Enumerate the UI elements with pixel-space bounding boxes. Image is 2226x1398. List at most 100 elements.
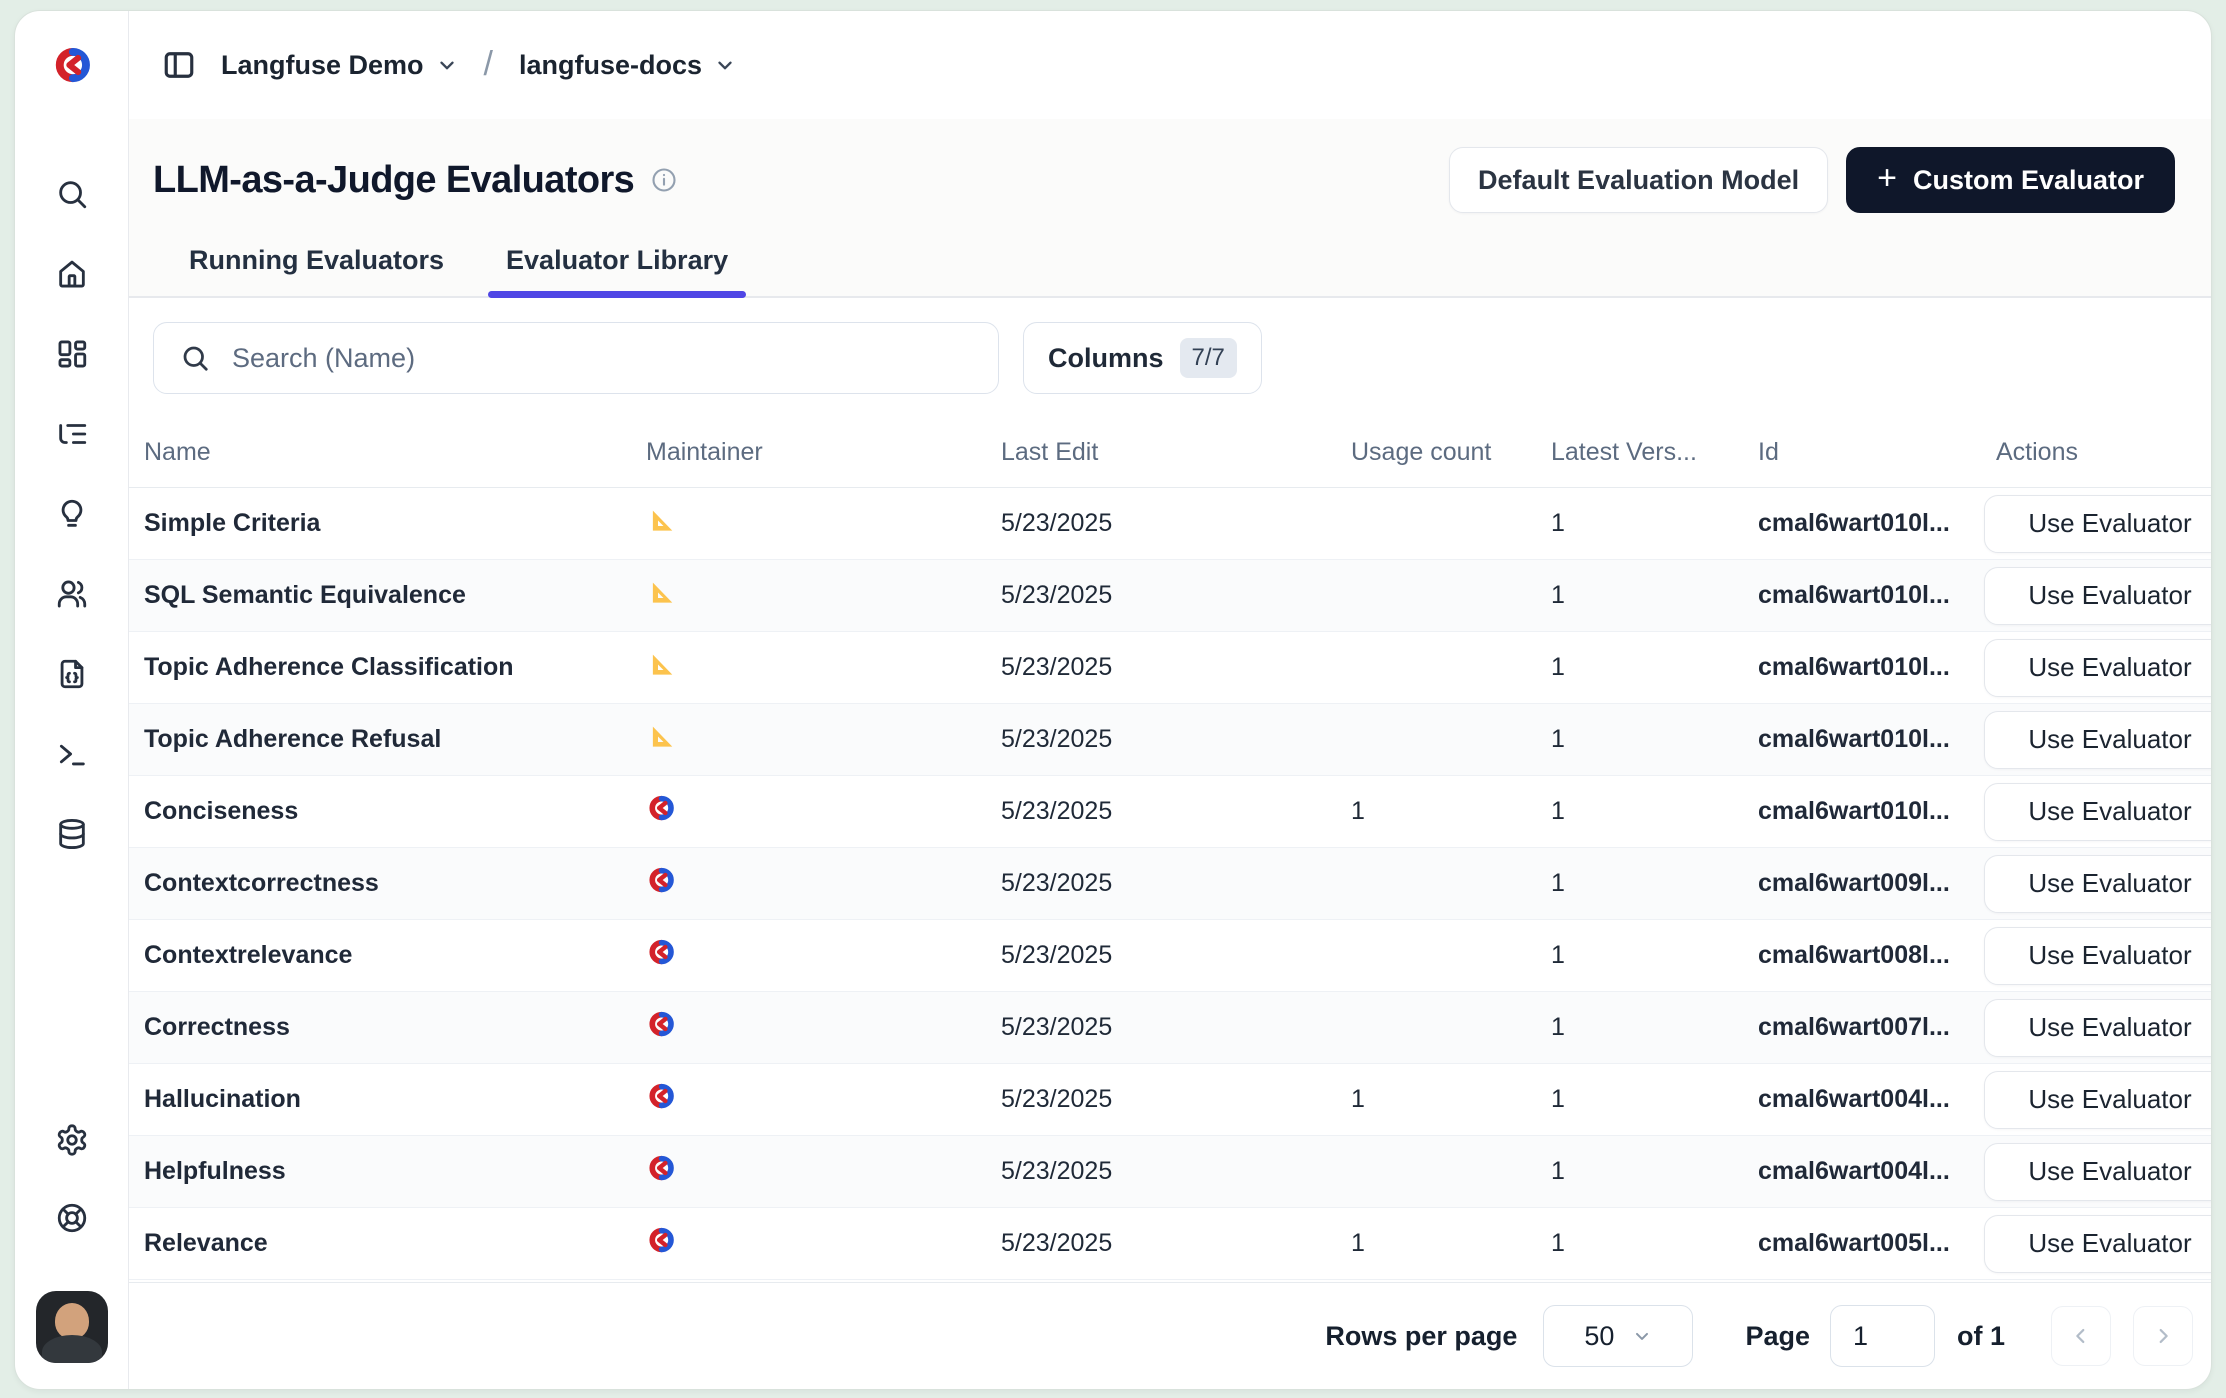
columns-button[interactable]: Columns 7/7 — [1023, 322, 1262, 394]
sidebar-item-playground[interactable] — [48, 651, 96, 699]
pagination-footer: Rows per page 50 Page of 1 — [129, 1282, 2211, 1389]
use-evaluator-button[interactable]: Use Evaluator — [1984, 495, 2211, 553]
sidebar-item-dashboards[interactable] — [48, 331, 96, 379]
sidebar-item-terminal[interactable] — [48, 731, 96, 779]
last-edit: 5/23/2025 — [1001, 869, 1351, 898]
sidebar-bottom — [36, 1117, 108, 1389]
last-edit: 5/23/2025 — [1001, 725, 1351, 754]
table-row[interactable]: Topic Adherence Classification 5/23/2025… — [129, 632, 2211, 704]
info-icon[interactable] — [650, 166, 678, 194]
use-evaluator-button[interactable]: Use Evaluator — [1984, 567, 2211, 625]
home-icon — [55, 257, 89, 294]
rows-per-page-select[interactable]: 50 — [1543, 1305, 1693, 1367]
usage-count: 1 — [1351, 1229, 1551, 1258]
table-row[interactable]: SQL Semantic Equivalence 5/23/2025 1 cma… — [129, 560, 2211, 632]
langfuse-logo-icon — [51, 44, 93, 86]
project-selector[interactable]: langfuse-docs — [509, 42, 746, 89]
previous-page-button[interactable] — [2051, 1306, 2111, 1366]
project-name: langfuse-docs — [519, 50, 702, 81]
evaluator-id: cmal6wart010l... — [1758, 581, 1996, 610]
langfuse-logo[interactable] — [51, 11, 93, 119]
table-row[interactable]: Helpfulness 5/23/2025 1 cmal6wart004l...… — [129, 1136, 2211, 1208]
search-box — [153, 322, 999, 394]
table-row[interactable]: Correctness 5/23/2025 1 cmal6wart007l...… — [129, 992, 2211, 1064]
search-icon — [55, 177, 89, 214]
columns-count-badge: 7/7 — [1180, 338, 1237, 378]
table-row[interactable]: Contextcorrectness 5/23/2025 1 cmal6wart… — [129, 848, 2211, 920]
sidebar-nav — [48, 171, 96, 859]
latest-version: 1 — [1551, 1229, 1758, 1258]
table-row[interactable]: Topic Adherence Refusal 5/23/2025 1 cmal… — [129, 704, 2211, 776]
ragas-icon — [646, 505, 676, 535]
sidebar — [15, 11, 129, 1389]
sidebar-item-prompts[interactable] — [48, 491, 96, 539]
column-header-actions: Actions — [1996, 438, 2212, 467]
avatar-shoulders — [42, 1335, 102, 1363]
latest-version: 1 — [1551, 1157, 1758, 1186]
search-icon — [180, 343, 210, 373]
last-edit: 5/23/2025 — [1001, 581, 1351, 610]
page-header: LLM-as-a-Judge Evaluators Default Evalua… — [129, 119, 2211, 298]
avatar-face — [55, 1303, 89, 1339]
sidebar-toggle-button[interactable] — [155, 41, 203, 89]
evaluator-id: cmal6wart004l... — [1758, 1085, 1996, 1114]
users-icon — [55, 577, 89, 614]
sidebar-item-tracing[interactable] — [48, 411, 96, 459]
custom-evaluator-button[interactable]: + Custom Evaluator — [1846, 147, 2175, 213]
table-row[interactable]: Simple Criteria 5/23/2025 1 cmal6wart010… — [129, 488, 2211, 560]
sidebar-item-home[interactable] — [48, 251, 96, 299]
evaluator-id: cmal6wart004l... — [1758, 1157, 1996, 1186]
column-header-latest-version: Latest Vers... — [1551, 438, 1758, 467]
org-selector[interactable]: Langfuse Demo — [211, 42, 468, 89]
sidebar-item-support[interactable] — [48, 1195, 96, 1243]
sidebar-item-settings[interactable] — [48, 1117, 96, 1165]
use-evaluator-button[interactable]: Use Evaluator — [1984, 927, 2211, 985]
sidebar-item-search[interactable] — [48, 171, 96, 219]
lifebuoy-icon — [55, 1201, 89, 1238]
use-evaluator-button[interactable]: Use Evaluator — [1984, 1143, 2211, 1201]
evaluator-name: Conciseness — [144, 797, 646, 826]
use-evaluator-button[interactable]: Use Evaluator — [1984, 783, 2211, 841]
table-controls: Columns 7/7 — [129, 298, 2211, 418]
use-evaluator-button[interactable]: Use Evaluator — [1984, 1215, 2211, 1273]
chevron-left-icon — [2070, 1325, 2092, 1347]
table-row[interactable]: Conciseness 5/23/2025 1 1 cmal6wart010l.… — [129, 776, 2211, 848]
user-avatar[interactable] — [36, 1291, 108, 1363]
page-number-input[interactable] — [1830, 1305, 1935, 1367]
topbar: Langfuse Demo / langfuse-docs — [129, 11, 2211, 119]
use-evaluator-button[interactable]: Use Evaluator — [1984, 639, 2211, 697]
table-row[interactable]: Hallucination 5/23/2025 1 1 cmal6wart004… — [129, 1064, 2211, 1136]
breadcrumb-divider: / — [484, 45, 493, 84]
evaluator-name: Relevance — [144, 1229, 646, 1258]
last-edit: 5/23/2025 — [1001, 1157, 1351, 1186]
dashboards-icon — [55, 337, 89, 374]
tab-bar: Running Evaluators Evaluator Library — [153, 245, 2175, 296]
sidebar-item-users[interactable] — [48, 571, 96, 619]
next-page-button[interactable] — [2133, 1306, 2193, 1366]
tab-evaluator-library[interactable]: Evaluator Library — [488, 245, 746, 296]
usage-count: 1 — [1351, 1085, 1551, 1114]
use-evaluator-button[interactable]: Use Evaluator — [1984, 711, 2211, 769]
last-edit: 5/23/2025 — [1001, 1229, 1351, 1258]
lightbulb-icon — [55, 497, 89, 534]
evaluator-name: Contextcorrectness — [144, 869, 646, 898]
column-header-name: Name — [144, 438, 646, 467]
sidebar-item-datasets[interactable] — [48, 811, 96, 859]
table-row[interactable]: Contextrelevance 5/23/2025 1 cmal6wart00… — [129, 920, 2211, 992]
org-name: Langfuse Demo — [221, 50, 424, 81]
main-content: Langfuse Demo / langfuse-docs LLM-as-a-J… — [129, 11, 2211, 1389]
use-evaluator-button[interactable]: Use Evaluator — [1984, 999, 2211, 1057]
default-evaluation-model-button[interactable]: Default Evaluation Model — [1449, 147, 1828, 213]
latest-version: 1 — [1551, 797, 1758, 826]
terminal-icon — [55, 737, 89, 774]
search-input[interactable] — [230, 342, 998, 375]
langfuse-icon — [646, 793, 676, 823]
langfuse-icon — [646, 865, 676, 895]
page-title: LLM-as-a-Judge Evaluators — [153, 159, 634, 202]
evaluator-id: cmal6wart010l... — [1758, 725, 1996, 754]
latest-version: 1 — [1551, 509, 1758, 538]
use-evaluator-button[interactable]: Use Evaluator — [1984, 1071, 2211, 1129]
table-row[interactable]: Relevance 5/23/2025 1 1 cmal6wart005l...… — [129, 1208, 2211, 1280]
use-evaluator-button[interactable]: Use Evaluator — [1984, 855, 2211, 913]
tab-running-evaluators[interactable]: Running Evaluators — [171, 245, 462, 296]
